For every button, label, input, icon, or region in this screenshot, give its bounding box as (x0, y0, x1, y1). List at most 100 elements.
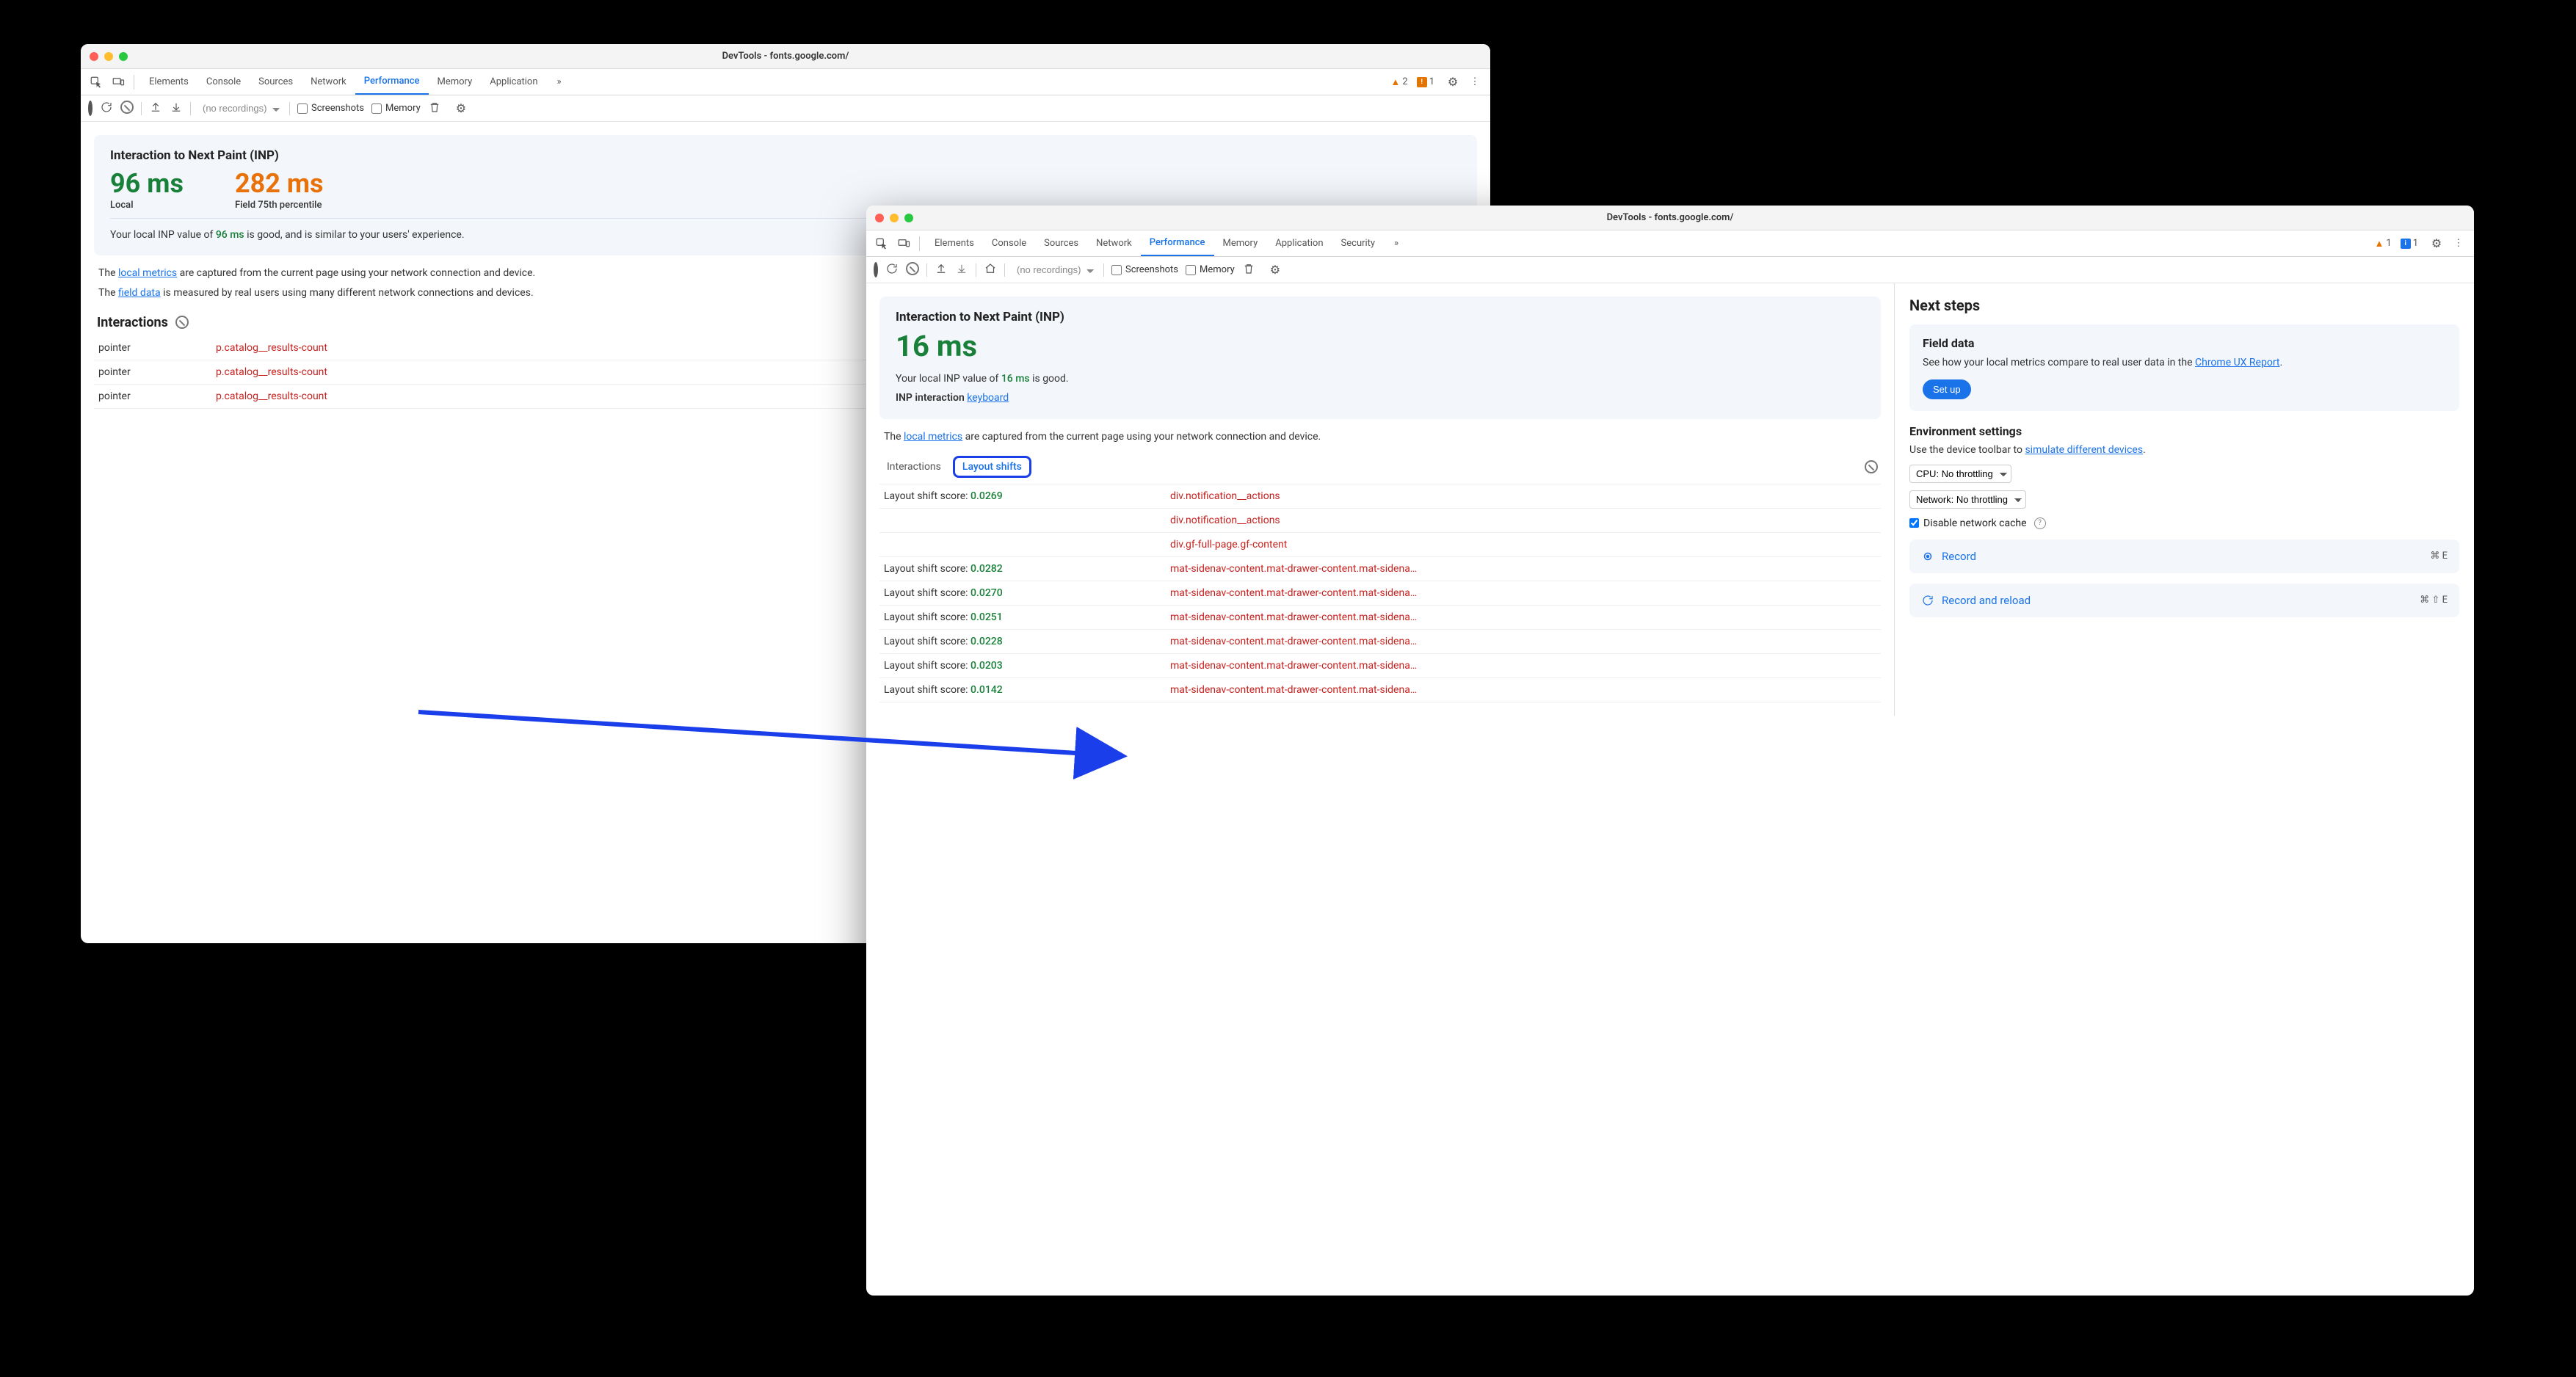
info-badge[interactable]: i1 (2401, 238, 2418, 249)
checkbox-label: Memory (385, 103, 421, 114)
divider (1103, 264, 1104, 277)
layout-shift-row[interactable]: Layout shift score: 0.0142mat-sidenav-co… (879, 677, 1881, 702)
download-icon[interactable] (955, 262, 968, 278)
tab-memory[interactable]: Memory (429, 69, 482, 95)
ls-element-cell: div.notification__actions (1166, 484, 1881, 509)
network-throttle-select[interactable]: Network: No throttling (1909, 490, 2026, 509)
inp-field-metric: 282 ms Field 75th percentile (235, 170, 324, 211)
info-count: 1 (2413, 238, 2418, 249)
layout-shift-row[interactable]: Layout shift score: 0.0228mat-sidenav-co… (879, 629, 1881, 653)
interaction-event: pointer (94, 384, 211, 408)
reload-record-button[interactable] (885, 262, 899, 278)
help-icon[interactable]: ? (2034, 517, 2046, 529)
screenshots-checkbox[interactable]: Screenshots (1111, 264, 1178, 275)
panel-settings-gear-icon[interactable]: ⚙ (456, 101, 466, 115)
ls-element: mat-sidenav-content.mat-drawer-content.m… (1170, 660, 1420, 672)
disable-cache-checkbox[interactable] (1909, 518, 1919, 528)
titlebar[interactable]: DevTools - fonts.google.com/ (866, 206, 2474, 230)
layout-shift-row[interactable]: Layout shift score: 0.0203mat-sidenav-co… (879, 653, 1881, 677)
tab-console[interactable]: Console (983, 230, 1035, 256)
panel-settings-gear-icon[interactable]: ⚙ (1270, 263, 1280, 277)
main-tab-strip: ElementsConsoleSourcesNetworkPerformance… (81, 69, 1490, 95)
settings-gear-icon[interactable]: ⚙ (2427, 234, 2446, 253)
tabs-overflow-icon[interactable]: » (550, 73, 569, 92)
clear-icon[interactable] (120, 101, 134, 117)
tab-elements[interactable]: Elements (140, 69, 197, 95)
gc-icon[interactable] (1242, 262, 1255, 278)
local-metrics-link[interactable]: local metrics (904, 431, 962, 443)
local-metrics-link[interactable]: local metrics (118, 267, 177, 279)
inspect-icon[interactable] (87, 73, 106, 92)
gc-icon[interactable] (428, 101, 441, 117)
divider (919, 236, 920, 251)
reload-record-button[interactable] (100, 101, 113, 117)
memory-checkbox[interactable]: Memory (1186, 264, 1235, 275)
inp-field-label: Field 75th percentile (235, 200, 324, 211)
home-icon[interactable] (984, 262, 997, 278)
recordings-dropdown[interactable]: (no recordings) (1012, 262, 1096, 277)
download-icon[interactable] (170, 101, 183, 117)
subtab-interactions[interactable]: Interactions (882, 458, 946, 476)
record-button[interactable] (88, 103, 92, 114)
record-reload-action[interactable]: Record and reload ⌘ ⇧ E (1909, 584, 2459, 617)
layout-shift-row[interactable]: div.gf-full-page.gf-content (879, 532, 1881, 556)
disable-cache-row[interactable]: Disable network cache ? (1909, 517, 2459, 529)
tab-sources[interactable]: Sources (1035, 230, 1087, 256)
cpu-throttle-select[interactable]: CPU: No throttling (1909, 465, 2011, 483)
memory-checkbox[interactable]: Memory (371, 103, 421, 114)
inspect-icon[interactable] (872, 234, 891, 253)
warnings-badge[interactable]: ▲2 (1391, 76, 1408, 88)
layout-shifts-list: Layout shift score: 0.0269div.notificati… (879, 484, 1881, 702)
record-action[interactable]: Record ⌘ E (1909, 539, 2459, 573)
text: Your local INP value of (896, 373, 1001, 385)
tab-security[interactable]: Security (1332, 230, 1385, 256)
tab-memory[interactable]: Memory (1214, 230, 1267, 256)
tab-sources[interactable]: Sources (250, 69, 302, 95)
device-toolbar-icon[interactable] (894, 234, 913, 253)
subtab-layout-shifts[interactable]: Layout shifts (953, 456, 1031, 478)
text: is measured by real users using many dif… (161, 287, 534, 299)
tab-performance[interactable]: Performance (355, 69, 429, 95)
layout-shift-row[interactable]: Layout shift score: 0.0282mat-sidenav-co… (879, 556, 1881, 581)
text: . (2279, 357, 2282, 368)
tab-elements[interactable]: Elements (926, 230, 983, 256)
checkbox-label: Memory (1200, 264, 1235, 275)
clear-shifts-icon[interactable] (1865, 460, 1878, 473)
tab-network[interactable]: Network (1087, 230, 1141, 256)
tab-network[interactable]: Network (302, 69, 355, 95)
kebab-menu-icon[interactable]: ⋮ (2449, 234, 2468, 253)
layout-shift-row[interactable]: div.notification__actions (879, 508, 1881, 532)
environment-settings: Environment settings Use the device tool… (1909, 424, 2459, 529)
tab-application[interactable]: Application (1266, 230, 1332, 256)
settings-gear-icon[interactable]: ⚙ (1443, 73, 1462, 92)
setup-button[interactable]: Set up (1923, 379, 1971, 399)
tab-performance[interactable]: Performance (1141, 230, 1214, 256)
layout-shift-row[interactable]: Layout shift score: 0.0270mat-sidenav-co… (879, 581, 1881, 605)
recordings-dropdown[interactable]: (no recordings) (198, 101, 282, 116)
warnings-badge[interactable]: ▲1 (2375, 238, 2392, 250)
screenshots-checkbox[interactable]: Screenshots (297, 103, 364, 114)
device-toolbar-icon[interactable] (109, 73, 128, 92)
inp-interaction-link[interactable]: keyboard (967, 392, 1009, 404)
issues-badge[interactable]: !1 (1417, 76, 1434, 87)
record-button[interactable] (874, 264, 878, 275)
field-data-link[interactable]: field data (118, 287, 161, 299)
layout-shift-row[interactable]: Layout shift score: 0.0269div.notificati… (879, 484, 1881, 509)
tab-application[interactable]: Application (481, 69, 546, 95)
chevron-right-icon: » (556, 76, 561, 87)
layout-shift-row[interactable]: Layout shift score: 0.0251mat-sidenav-co… (879, 605, 1881, 629)
upload-icon[interactable] (149, 101, 162, 117)
simulate-devices-link[interactable]: simulate different devices (2025, 444, 2143, 456)
crux-link[interactable]: Chrome UX Report (2195, 357, 2279, 368)
kebab-menu-icon[interactable]: ⋮ (1465, 73, 1484, 92)
divider (190, 102, 191, 115)
inp-local-metric: 96 ms Local (110, 170, 184, 211)
clear-icon[interactable] (906, 262, 919, 278)
ls-score-value: 0.0282 (970, 563, 1003, 575)
upload-icon[interactable] (935, 262, 948, 278)
ls-element: mat-sidenav-content.mat-drawer-content.m… (1170, 636, 1420, 647)
titlebar[interactable]: DevTools - fonts.google.com/ (81, 44, 1490, 69)
tab-console[interactable]: Console (197, 69, 250, 95)
clear-interactions-icon[interactable] (175, 316, 189, 329)
tabs-overflow-icon[interactable]: » (1387, 234, 1406, 253)
